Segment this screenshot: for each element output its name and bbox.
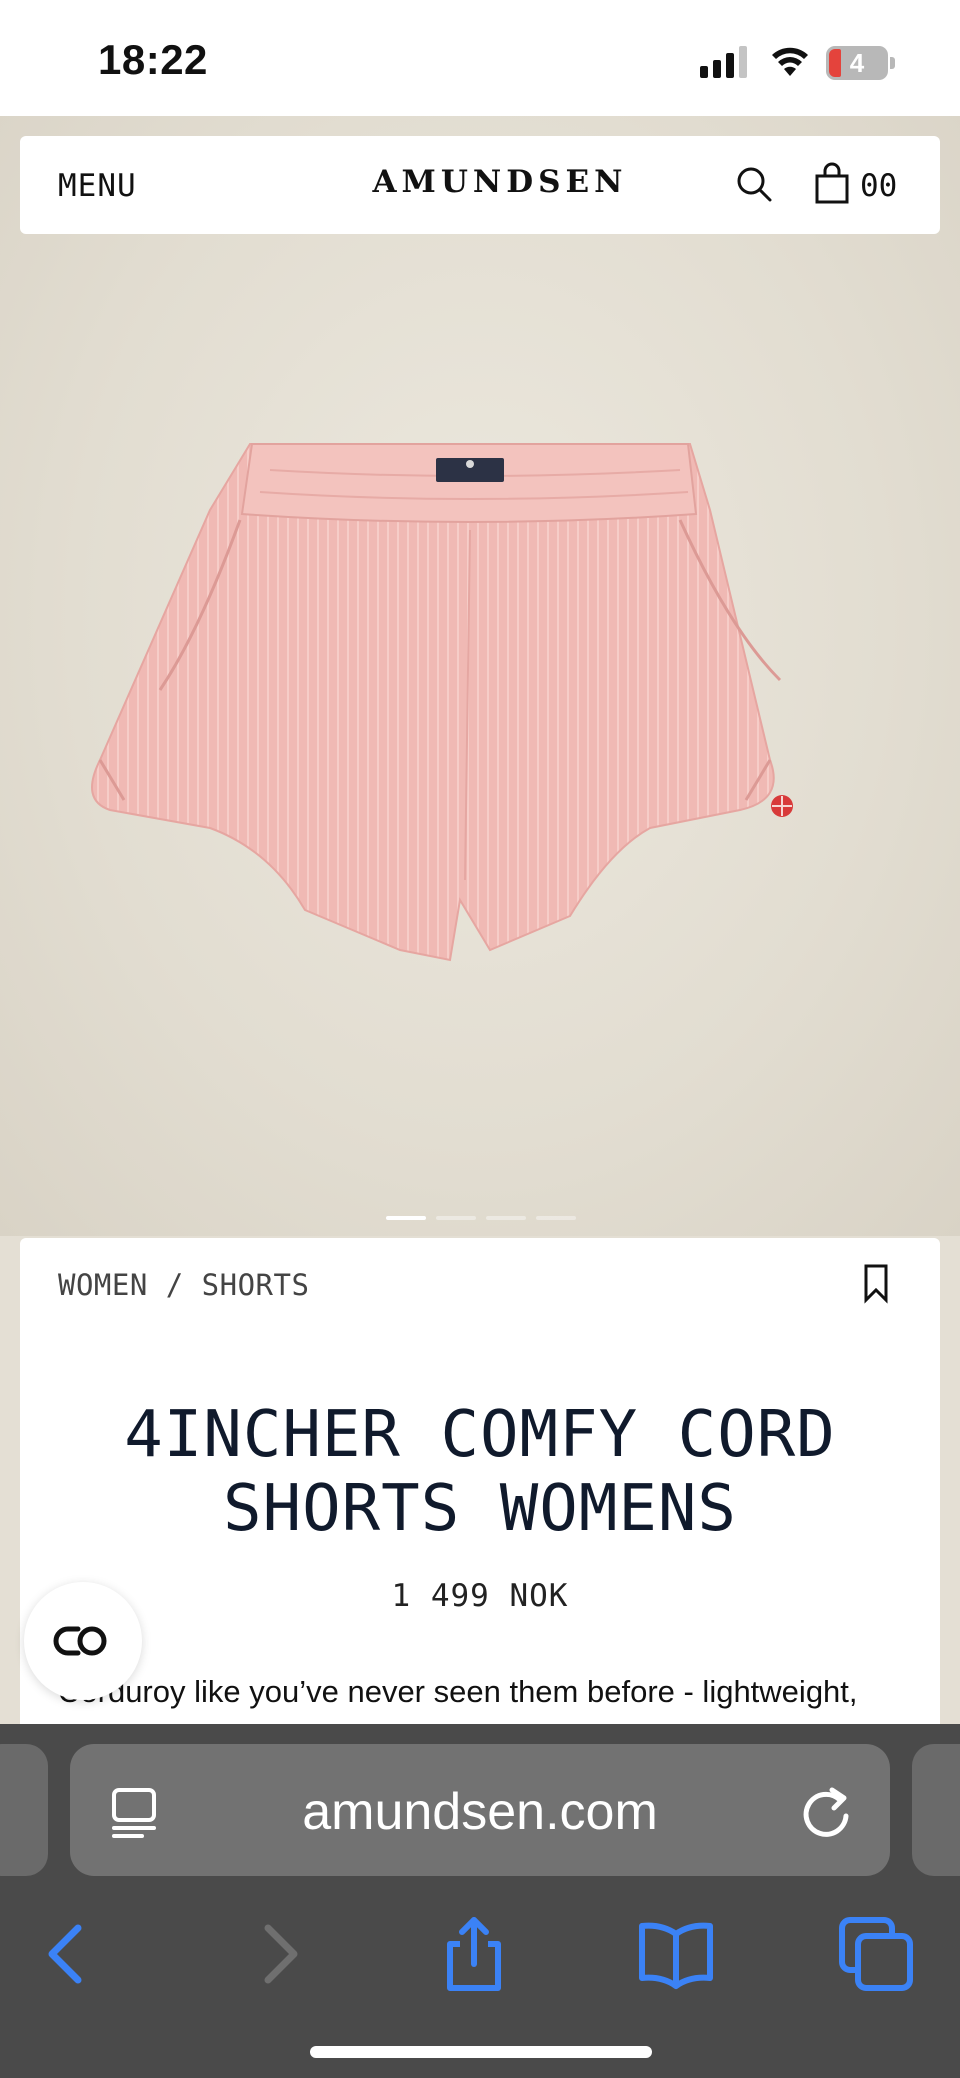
brand-logo[interactable]: AMUNDSEN — [350, 164, 650, 200]
back-icon[interactable] — [30, 1914, 110, 1994]
carousel-dot[interactable] — [486, 1216, 526, 1220]
product-price: 1 499 NOK — [391, 1578, 569, 1614]
breadcrumb[interactable]: WOMEN / SHORTS — [58, 1268, 309, 1302]
status-bar: 18:22 4 — [0, 0, 960, 116]
site-header: MENU AMUNDSEN 00 — [20, 136, 940, 234]
page-menu-icon[interactable] — [108, 1786, 160, 1838]
image-carousel-indicator — [386, 1216, 576, 1222]
browser-toolbar — [0, 1904, 960, 2004]
product-title-line-1: 4INCHER COMFY CORD — [124, 1398, 836, 1472]
cellular-signal-icon — [700, 46, 747, 78]
bookmarks-icon[interactable] — [636, 1914, 716, 1994]
carousel-dot[interactable] — [536, 1216, 576, 1220]
product-image[interactable] — [90, 430, 870, 990]
carousel-dot[interactable] — [386, 1216, 426, 1220]
tabs-icon[interactable] — [836, 1914, 916, 1994]
wifi-icon — [772, 47, 808, 76]
home-indicator — [310, 2046, 652, 2058]
product-title: 4INCHER COMFY CORD SHORTS WOMENS — [60, 1398, 900, 1546]
cart-button[interactable]: 00 — [812, 160, 932, 208]
address-bar[interactable]: amundsen.com — [70, 1744, 890, 1876]
reload-icon[interactable] — [800, 1784, 854, 1840]
floating-action-button[interactable] — [24, 1582, 142, 1700]
status-time: 18:22 — [98, 36, 208, 83]
battery-level: 4 — [849, 48, 865, 78]
product-info-card: WOMEN / SHORTS 4INCHER COMFY CORD SHORTS… — [20, 1238, 940, 1738]
carousel-dot[interactable] — [436, 1216, 476, 1220]
forward-icon[interactable] — [236, 1914, 316, 1994]
search-icon[interactable] — [732, 162, 776, 206]
link-chain-icon — [53, 1626, 107, 1656]
browser-chrome: amundsen.com — [0, 1724, 960, 2078]
menu-button[interactable]: MENU — [58, 168, 137, 204]
next-tab-preview[interactable] — [912, 1744, 960, 1876]
battery-icon: 4 — [826, 46, 896, 80]
cart-count: 00 — [860, 168, 898, 204]
shopping-bag-icon — [815, 162, 849, 204]
previous-tab-preview[interactable] — [0, 1744, 48, 1876]
bookmark-icon[interactable] — [856, 1262, 896, 1306]
url-text[interactable]: amundsen.com — [220, 1782, 740, 1842]
product-title-line-2: SHORTS WOMENS — [223, 1472, 737, 1546]
share-icon[interactable] — [434, 1914, 514, 1994]
product-description: Corduroy like you’ve never seen them bef… — [58, 1674, 858, 1709]
